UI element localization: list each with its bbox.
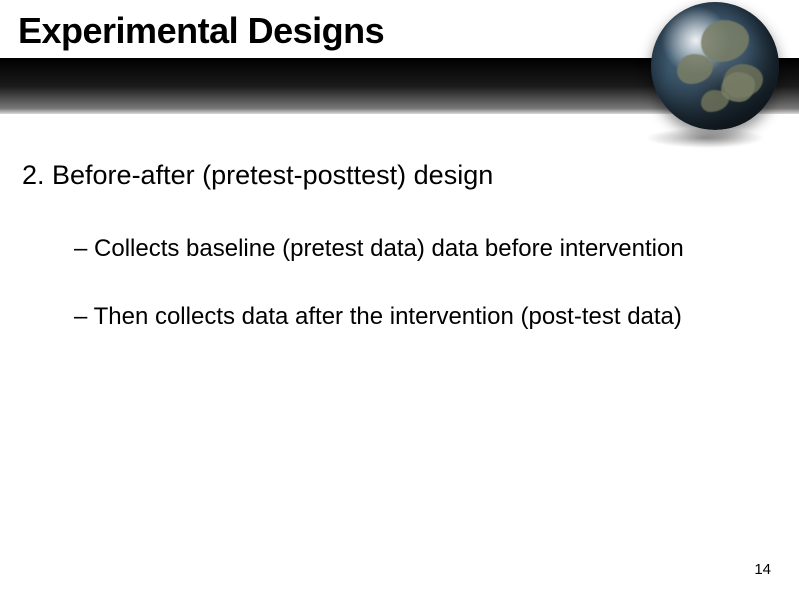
globe-graphic [635,0,785,146]
globe-shadow [645,128,765,148]
page-number: 14 [754,561,771,578]
bullet-item: – Collects baseline (pretest data) data … [74,235,777,263]
section-heading: 2. Before-after (pretest-posttest) desig… [22,160,777,191]
bullet-item: – Then collects data after the intervent… [74,303,777,331]
earth-globe-icon [651,2,779,130]
slide-body: 2. Before-after (pretest-posttest) desig… [22,160,777,371]
slide-title: Experimental Designs [18,10,384,52]
